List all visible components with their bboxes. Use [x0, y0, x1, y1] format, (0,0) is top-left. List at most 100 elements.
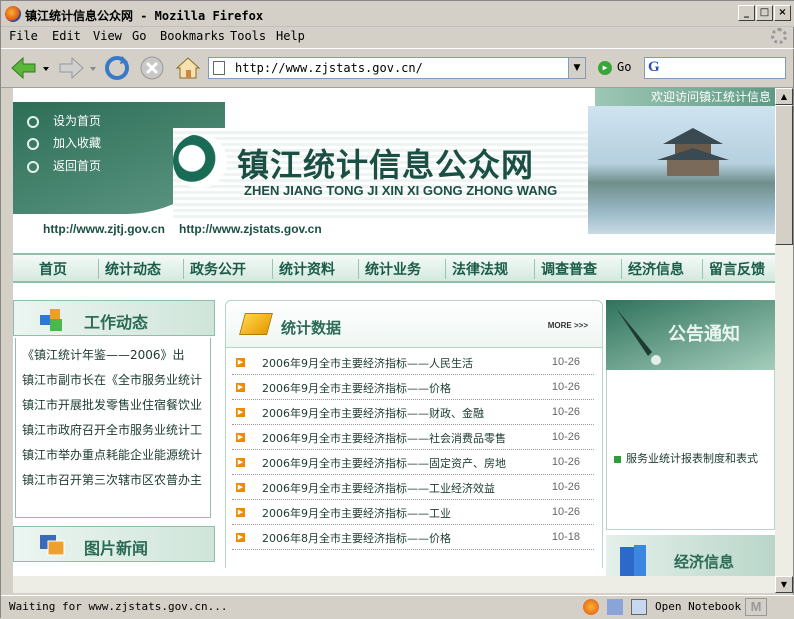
- table-row[interactable]: ▶ 2006年9月全市主要经济指标——社会消费品零售 10-26: [232, 425, 594, 450]
- throbber-icon: [771, 28, 787, 44]
- mail-icon[interactable]: M: [745, 598, 767, 616]
- more-link[interactable]: MORE >>>: [548, 321, 588, 330]
- nav-home[interactable]: 首页: [33, 259, 67, 279]
- url-zjtj[interactable]: http://www.zjtj.gov.cn: [43, 222, 165, 236]
- nav-laws[interactable]: 法律法规: [445, 259, 508, 279]
- go-label: Go: [617, 60, 632, 74]
- url-dropdown-button[interactable]: ▼: [568, 58, 585, 78]
- site-urls: http://www.zjtj.gov.cn http://www.zjstats…: [43, 222, 336, 236]
- site-title: 镇江统计信息公众网: [237, 146, 535, 184]
- arrow-icon: ▶: [236, 408, 245, 417]
- menu-file[interactable]: File: [9, 29, 38, 43]
- list-item[interactable]: 镇江市政府召开全市服务业统计工: [22, 421, 208, 438]
- vertical-scrollbar[interactable]: ▲ ▼: [775, 88, 793, 593]
- photo-news-title: 图片新闻: [84, 539, 149, 558]
- right-column: 公告通知 服务业统计报表制度和表式 经济信息: [606, 300, 775, 593]
- close-button[interactable]: ×: [774, 5, 791, 21]
- status-bar: Waiting for www.zjstats.gov.cn... Open N…: [1, 595, 794, 619]
- browser-window: 镇江统计信息公众网 - Mozilla Firefox _ □ × File E…: [0, 0, 794, 619]
- book-icon: [239, 313, 273, 335]
- nav-econ-info[interactable]: 经济信息: [621, 259, 684, 279]
- arrow-icon: ▶: [236, 358, 245, 367]
- home-icon[interactable]: [173, 53, 203, 83]
- econ-info-title: 经济信息: [674, 553, 735, 571]
- menu-view[interactable]: View: [93, 29, 122, 43]
- circle-icon: [27, 160, 39, 173]
- bullet-icon: [614, 455, 621, 463]
- forward-dropdown-icon[interactable]: [88, 53, 98, 83]
- notice-title: 公告通知: [668, 324, 740, 345]
- forward-icon[interactable]: [56, 53, 86, 83]
- nav-stat-business[interactable]: 统计业务: [358, 259, 421, 279]
- extension-icon[interactable]: [607, 599, 623, 615]
- back-icon[interactable]: [9, 53, 39, 83]
- horizontal-scrollbar[interactable]: [13, 576, 775, 593]
- reload-icon[interactable]: [102, 53, 132, 83]
- nav-stat-data[interactable]: 统计资料: [272, 259, 335, 279]
- notice-header: 公告通知: [606, 300, 775, 370]
- back-dropdown-icon[interactable]: [41, 53, 51, 83]
- scroll-thumb[interactable]: [775, 105, 793, 245]
- go-arrow-icon: ▶: [598, 60, 612, 75]
- scroll-up-button[interactable]: ▲: [775, 88, 793, 105]
- firefox-icon: [5, 6, 21, 22]
- notebook-icon[interactable]: [631, 599, 647, 615]
- circle-icon: [27, 137, 39, 150]
- arrow-icon: ▶: [236, 383, 245, 392]
- stop-icon[interactable]: [137, 53, 167, 83]
- nav-stat-news[interactable]: 统计动态: [98, 259, 161, 279]
- table-row[interactable]: ▶ 2006年9月全市主要经济指标——人民生活 10-26: [232, 350, 594, 375]
- work-news-header: 工作动态: [13, 300, 215, 336]
- arrow-icon: ▶: [236, 433, 245, 442]
- main-nav: 首页 统计动态 政务公开 统计资料 统计业务 法律法规 调查普查 经济信息 留言…: [13, 253, 775, 283]
- window-title: 镇江统计信息公众网 - Mozilla Firefox: [25, 9, 264, 23]
- navigation-toolbar: http://www.zjstats.gov.cn/ ▼ ▶ Go G: [1, 48, 794, 88]
- table-row[interactable]: ▶ 2006年9月全市主要经济指标——价格 10-26: [232, 375, 594, 400]
- google-icon[interactable]: G: [648, 59, 660, 76]
- status-text: Waiting for www.zjstats.gov.cn...: [9, 600, 228, 613]
- books-icon: [620, 545, 646, 577]
- table-row[interactable]: ▶ 2006年9月全市主要经济指标——工业 10-26: [232, 500, 594, 525]
- open-notebook-button[interactable]: Open Notebook: [655, 600, 741, 613]
- stat-data-list: ▶ 2006年9月全市主要经济指标——人民生活 10-26 ▶ 2006年9月全市主要…: [225, 348, 603, 568]
- list-item[interactable]: 镇江市开展批发零售业住宿餐饮业: [22, 396, 208, 413]
- work-news-list: 《镇江统计年鉴——2006》出 镇江市副市长在《全市服务业统计 镇江市开展批发零…: [15, 338, 211, 518]
- maximize-button[interactable]: □: [756, 5, 773, 21]
- menu-help[interactable]: Help: [276, 29, 305, 43]
- arrow-icon: ▶: [236, 483, 245, 492]
- firefox-status-icon[interactable]: [583, 599, 599, 615]
- pen-icon: [616, 308, 661, 365]
- url-text: http://www.zjstats.gov.cn/: [235, 61, 423, 75]
- list-item[interactable]: 镇江市召开第三次辖市区农普办主: [22, 471, 208, 488]
- set-homepage-link[interactable]: 设为首页: [27, 112, 101, 129]
- menu-edit[interactable]: Edit: [52, 29, 81, 43]
- url-zjstats[interactable]: http://www.zjstats.gov.cn: [179, 222, 322, 236]
- nav-survey[interactable]: 调查普查: [534, 259, 597, 279]
- table-row[interactable]: ▶ 2006年8月全市主要经济指标——价格 10-18: [232, 525, 594, 550]
- scroll-down-button[interactable]: ▼: [775, 576, 793, 593]
- go-button[interactable]: ▶ Go: [598, 60, 631, 75]
- title-bar: 镇江统计信息公众网 - Mozilla Firefox _ □ ×: [1, 1, 794, 27]
- nav-feedback[interactable]: 留言反馈: [702, 259, 765, 279]
- notice-item[interactable]: 服务业统计报表制度和表式: [614, 450, 758, 466]
- table-row[interactable]: ▶ 2006年9月全市主要经济指标——固定资产、房地 10-26: [232, 450, 594, 475]
- table-row[interactable]: ▶ 2006年9月全市主要经济指标——财政、金融 10-26: [232, 400, 594, 425]
- url-bar[interactable]: http://www.zjstats.gov.cn/ ▼: [208, 57, 586, 79]
- search-box[interactable]: G: [644, 57, 786, 79]
- web-page: 欢迎访问镇江统计信息 设为首页 加入收藏 返回首页 镇江统计信息公众网 ZHEN…: [13, 88, 775, 593]
- list-item[interactable]: 镇江市举办重点耗能企业能源统计: [22, 446, 208, 463]
- table-row[interactable]: ▶ 2006年9月全市主要经济指标——工业经济效益 10-26: [232, 475, 594, 500]
- list-item[interactable]: 镇江市副市长在《全市服务业统计: [22, 371, 208, 388]
- photos-icon: [40, 535, 65, 556]
- pagoda-icon: [657, 128, 729, 176]
- list-item[interactable]: 《镇江统计年鉴——2006》出: [22, 346, 208, 363]
- minimize-button[interactable]: _: [738, 5, 755, 21]
- menu-go[interactable]: Go: [132, 29, 146, 43]
- menu-bar: File Edit View Go Bookmarks Tools Help: [1, 27, 794, 47]
- menu-bookmarks[interactable]: Bookmarks: [160, 29, 225, 43]
- nav-gov-affairs[interactable]: 政务公开: [183, 259, 246, 279]
- menu-tools[interactable]: Tools: [230, 29, 266, 43]
- circle-icon: [27, 115, 39, 128]
- back-home-link[interactable]: 返回首页: [27, 157, 101, 174]
- add-favorite-link[interactable]: 加入收藏: [27, 134, 101, 151]
